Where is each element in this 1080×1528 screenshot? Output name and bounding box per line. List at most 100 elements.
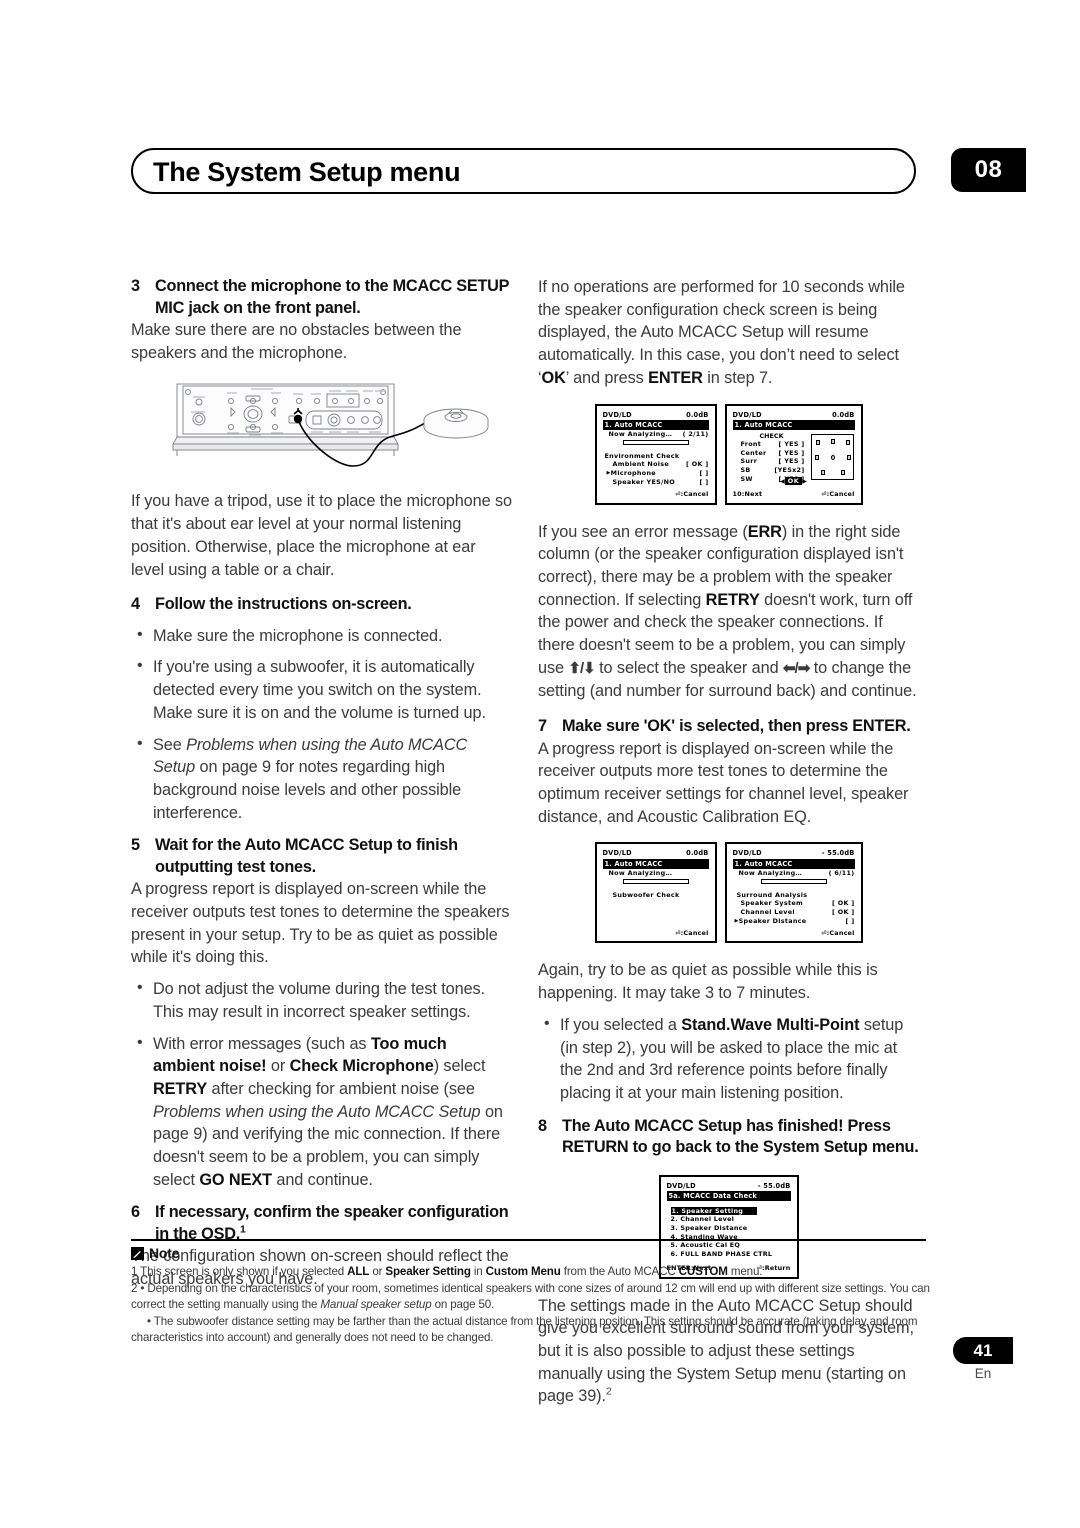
osd-topbar: DVD/LD 0.0dB xyxy=(603,411,709,420)
list-item: Make sure the microphone is connected. xyxy=(131,624,512,648)
step-7-heading: 7 Make sure 'OK' is selected, then press … xyxy=(538,716,919,738)
osd-cancel-label: ⏎:Cancel xyxy=(821,928,855,937)
step-6-number: 6 xyxy=(131,1203,140,1222)
osd-topbar: DVD/LD - 55.0dB xyxy=(667,1182,791,1191)
speaker-layout-diagram xyxy=(810,433,854,480)
osd-level: - 55.0dB xyxy=(757,1181,791,1190)
osd-surround-analysis: DVD/LD - 55.0dB 1. Auto MCACC Now Analyz… xyxy=(724,842,863,944)
note-label: Note xyxy=(149,1245,180,1261)
step-7-number: 7 xyxy=(538,717,547,736)
closing-footnote-marker: 2 xyxy=(605,1386,612,1399)
step-3-body: Make sure there are no obstacles between… xyxy=(131,321,462,362)
osd-status-line: Now Analyzing… xyxy=(603,869,709,878)
osd-item: Front [ YES ] xyxy=(733,440,805,449)
osd-cancel-label: ⏎:Cancel xyxy=(821,489,855,498)
osd-item: SB [YESx2] xyxy=(733,466,805,475)
step-3-title: Connect the microphone to the MCACC SETU… xyxy=(155,277,509,317)
osd-item-value: [ OK ] xyxy=(686,460,709,469)
osd-topbar: DVD/LD 0.0dB xyxy=(733,411,855,420)
osd-status: Now Analyzing… xyxy=(608,868,673,877)
osd-menu-item-speaker-setting[interactable]: 1. Speaker Setting xyxy=(670,1206,791,1216)
intro-paragraph: If no operations are performed for 10 se… xyxy=(538,278,905,387)
receiver-illustration xyxy=(131,380,512,476)
osd-menu-item-speaker-distance[interactable]: 3. Speaker Distance xyxy=(671,1224,791,1233)
step-5-heading: 5 Wait for the Auto MCACC Setup to finish… xyxy=(131,835,512,878)
osd-title: 1. Auto MCACC xyxy=(732,420,855,430)
osd-level: 0.0dB xyxy=(686,410,709,419)
standwave-bullets: If you selected a Stand.Wave Multi-Point… xyxy=(538,1013,919,1105)
osd-column-header: CHECK xyxy=(759,431,784,440)
list-item: See Problems when using the Auto MCACC S… xyxy=(131,733,512,825)
step-4-bullets: Make sure the microphone is connected. I… xyxy=(131,624,512,825)
osd-item-value: [ ] xyxy=(699,477,709,486)
osd-source: DVD/LD xyxy=(602,410,632,419)
step-4-heading: 4 Follow the instructions on-screen. xyxy=(131,594,512,616)
receiver-diagram-svg xyxy=(172,383,489,468)
osd-status: Now Analyzing… xyxy=(738,868,803,877)
osd-item: ▶ Microphone [ ] xyxy=(603,469,709,478)
osd-item: Speaker YES/NO [ ] xyxy=(603,478,709,487)
osd-item-value: [YESx2] xyxy=(774,466,805,475)
osd-footer: 10:Next ⏎:Cancel xyxy=(733,490,855,499)
osd-level: 0.0dB xyxy=(686,849,709,858)
osd-cancel-label: ⏎:Cancel xyxy=(675,928,709,937)
step-7-title: Make sure 'OK' is selected, then press E… xyxy=(562,717,911,736)
step-8-heading: 8 The Auto MCACC Setup has finished! Pres… xyxy=(538,1116,919,1159)
osd-screens-row-2: DVD/LD 0.0dB 1. Auto MCACC Now Analyzing… xyxy=(538,842,919,944)
osd-ok-selector[interactable]: ◀ OK ▶ xyxy=(727,476,861,487)
osd-menu-label: 1. Speaker Setting xyxy=(670,1206,757,1216)
osd-title: 1. Auto MCACC xyxy=(602,420,709,430)
osd-item-label: Ambient Noise xyxy=(612,460,670,469)
osd-item-label: Microphone xyxy=(610,468,656,477)
note-item-3: • The subwoofer distance setting may be … xyxy=(131,1314,918,1345)
osd-source: DVD/LD xyxy=(732,849,762,858)
osd-item: Surr [ YES ] xyxy=(733,457,805,466)
list-item: If you selected a Stand.Wave Multi-Point… xyxy=(538,1013,919,1105)
osd-screens-row-1: DVD/LD 0.0dB 1. Auto MCACC Now Analyzing… xyxy=(538,403,919,505)
step-3-number: 3 xyxy=(131,277,140,295)
step-6-title: If necessary, confirm the speaker config… xyxy=(155,1203,509,1243)
error-paragraph: If you see an error message (ERR) in the… xyxy=(538,522,917,701)
step-5-number: 5 xyxy=(131,836,140,855)
list-item: Do not adjust the volume during the test… xyxy=(131,977,512,1023)
pencil-icon xyxy=(131,1246,144,1260)
note-divider xyxy=(131,1239,926,1241)
note-item-2: 2 • Depending on the characteristics of … xyxy=(131,1281,930,1312)
osd-item-value: [ YES ] xyxy=(778,440,805,449)
osd-next-label: 10:Next xyxy=(732,489,763,498)
osd-source: DVD/LD xyxy=(732,410,762,419)
page-number-tab: 41 xyxy=(953,1337,1013,1364)
step-4-number: 4 xyxy=(131,595,140,614)
osd-status: Now Analyzing… xyxy=(608,429,673,438)
osd-item-label: Speaker Distance xyxy=(738,916,807,925)
osd-level: 0.0dB xyxy=(832,410,855,419)
osd-counter: ( 2/11) xyxy=(682,429,709,438)
osd-item-value: [ OK ] xyxy=(832,907,855,916)
step-5-title: Wait for the Auto MCACC Setup to finish … xyxy=(155,836,458,876)
osd-item: Channel Level [ OK ] xyxy=(733,908,855,917)
osd-section-label: Surround Analysis xyxy=(736,890,808,899)
osd-item-value: [ YES ] xyxy=(778,448,805,457)
chapter-tab: 08 xyxy=(951,148,1026,192)
osd-item-label: Surr xyxy=(740,457,758,466)
osd-topbar: DVD/LD - 55.0dB xyxy=(733,849,855,858)
osd-item-value: [ YES ] xyxy=(778,457,805,466)
osd-item-label: Front xyxy=(740,440,762,449)
step-4-title: Follow the instructions on-screen. xyxy=(155,595,412,614)
page-language: En xyxy=(974,1366,992,1381)
step-7-body: A progress report is displayed on-screen… xyxy=(538,739,909,826)
osd-item-label: Speaker YES/NO xyxy=(612,477,676,486)
osd-item-label: SB xyxy=(740,466,751,475)
osd-item-value: [ ] xyxy=(699,468,709,477)
osd-ok-button[interactable]: OK xyxy=(784,476,803,485)
note-header: Note xyxy=(131,1245,931,1261)
osd-title: 1. Auto MCACC xyxy=(602,859,709,869)
osd-source: DVD/LD xyxy=(666,1181,696,1190)
step-8-number: 8 xyxy=(538,1116,547,1135)
osd-progress-bar xyxy=(760,878,827,884)
step-8-title: The Auto MCACC Setup has finished! Press… xyxy=(562,1116,919,1157)
osd-subwoofer-check: DVD/LD 0.0dB 1. Auto MCACC Now Analyzing… xyxy=(594,842,717,944)
osd-topbar: DVD/LD 0.0dB xyxy=(603,849,709,858)
osd-progress-bar xyxy=(622,878,689,884)
osd-menu-item-channel-level[interactable]: 2. Channel Level xyxy=(671,1215,791,1224)
